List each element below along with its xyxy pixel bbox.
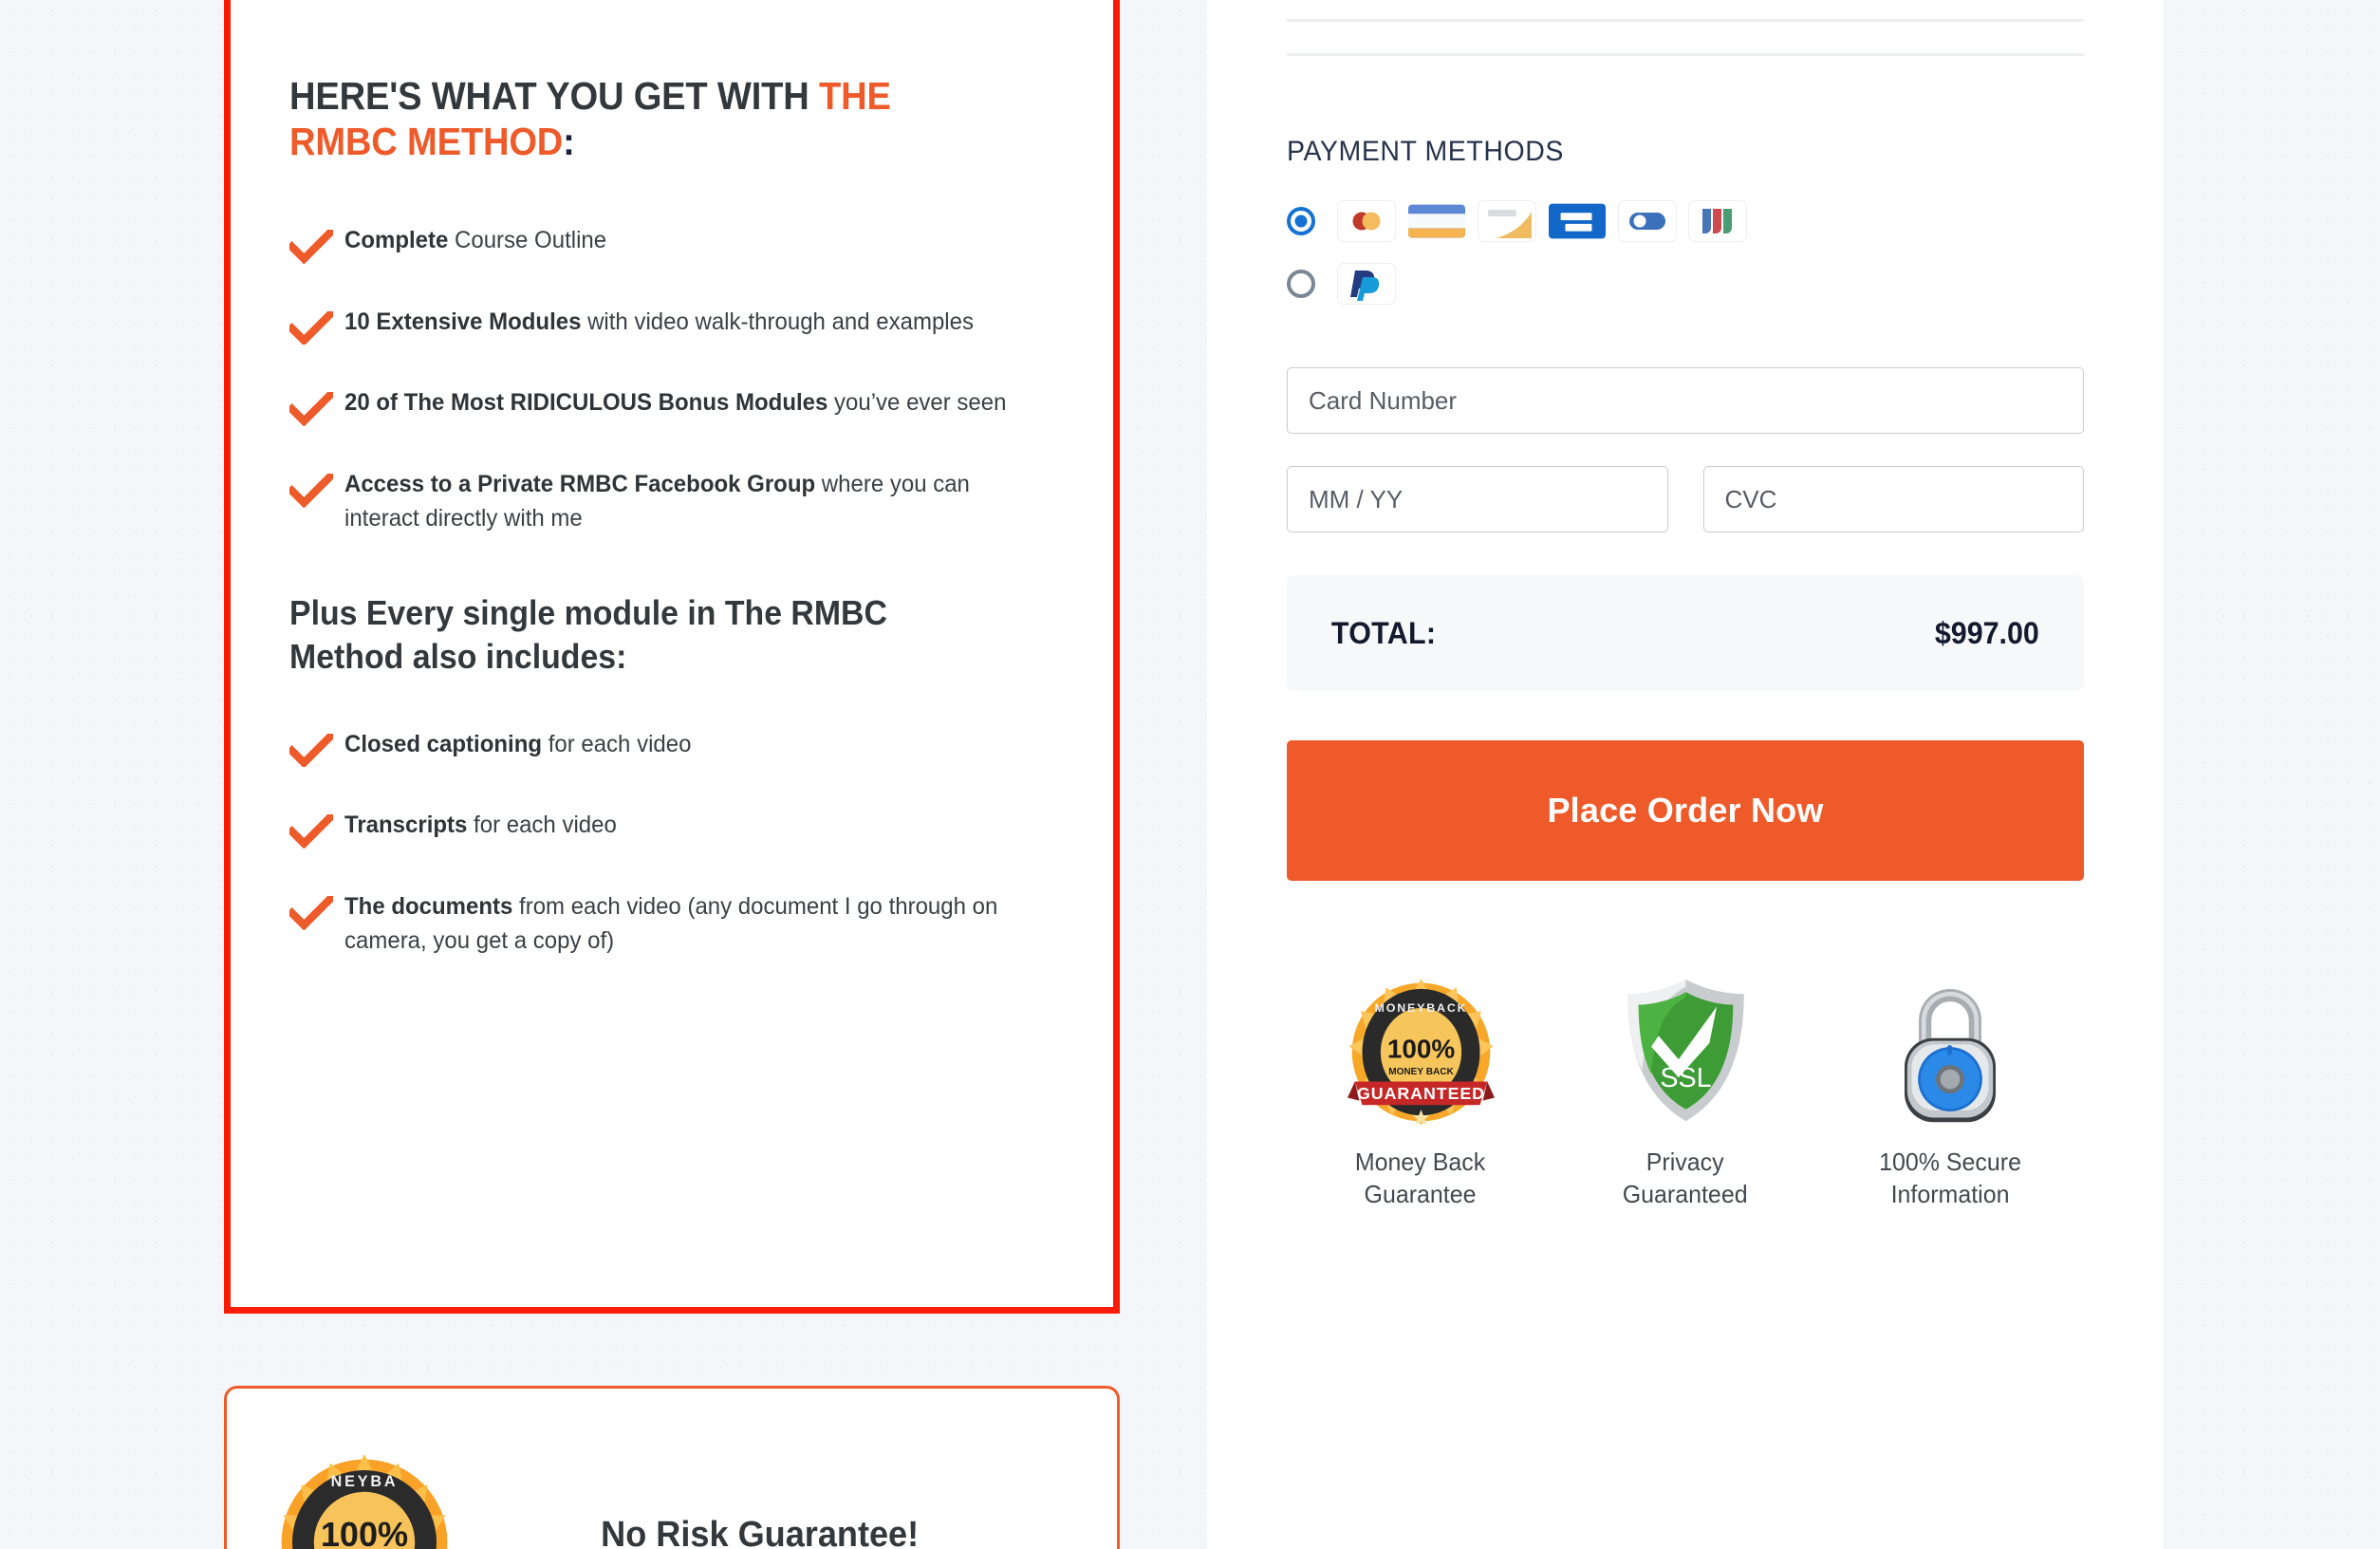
trust-label-line1: 100% Secure [1879,1148,2021,1176]
list-item-bold: 10 Extensive Modules [344,308,582,335]
list-item: The documents from each video (any docum… [289,890,1054,959]
padlock-icon [1891,974,2009,1126]
trust-badge-secure: 100% Secure Information [1822,974,2078,1211]
money-back-seal-icon: MONEYBACK 100% MONEY BACK GUARANTEED [1347,974,1495,1126]
list-item-rest: you’ve ever seen [827,389,1007,417]
left-column: HERE'S WHAT YOU GET WITH THE RMBC METHOD… [224,0,1120,1549]
place-order-button[interactable]: Place Order Now [1287,740,2084,881]
payment-methods-title: PAYMENT METHODS [1287,136,1564,167]
trust-badge-label: 100% Secure Information [1879,1147,2021,1211]
svg-text:MONEYBACK: MONEYBACK [1374,1001,1467,1015]
list-item-text: 20 of The Most RIDICULOUS Bonus Modules … [344,386,1006,420]
list-item-rest: for each video [542,730,692,757]
jcb-icon[interactable] [1688,200,1747,242]
list-item-rest: with video walk-through and examples [581,308,974,335]
section-subheading: Plus Every single module in The RMBC Met… [289,592,887,676]
trust-badge-label: Privacy Guaranteed [1623,1147,1748,1211]
mastercard-icon[interactable] [1337,200,1396,242]
radio-credit-card[interactable] [1287,207,1315,235]
list-item: Transcripts for each video [289,809,1054,849]
list-item-text: 10 Extensive Modules with video walk-thr… [344,306,974,340]
payment-method-credit-card[interactable] [1287,200,2084,242]
benefit-list-secondary: Closed captioning for each video Transcr… [289,728,1054,959]
order-total-row: TOTAL: $997.00 [1287,575,2084,691]
list-item-text: Transcripts for each video [344,809,617,843]
card-number-field-wrap [1287,367,2084,434]
list-item: 10 Extensive Modules with video walk-thr… [289,306,1054,345]
total-label: TOTAL: [1330,615,1437,650]
list-item-bold: Complete [344,226,449,253]
orange-check-icon [289,814,333,849]
radio-paypal[interactable] [1287,270,1315,298]
expiry-input[interactable] [1287,466,1668,532]
svg-text:GUARANTEED: GUARANTEED [1357,1084,1485,1103]
benefits-highlight-panel: HERE'S WHAT YOU GET WITH THE RMBC METHOD… [224,0,1120,1314]
money-back-guarantee-seal: 100% MONEY BACK NEYBA [265,1452,464,1549]
orange-check-icon [289,733,333,768]
list-item-bold: 20 of The Most RIDICULOUS Bonus Modules [344,389,828,417]
trust-badge-privacy: SSL Privacy Guaranteed [1557,974,1813,1211]
divider-top [1287,19,2084,22]
list-item-rest: Course Outline [448,226,607,253]
visa-icon[interactable] [1407,200,1466,242]
trust-label-line1: Privacy [1646,1148,1724,1176]
trust-label-line2: Guaranteed [1623,1179,1748,1208]
list-item-text: The documents from each video (any docum… [344,890,1026,959]
orange-check-icon [289,474,333,508]
list-item-bold: Access to a Private RMBC Facebook Group [344,471,816,498]
trust-badges-row: MONEYBACK 100% MONEY BACK GUARANTEED Mon… [1287,974,2084,1211]
svg-text:100%: 100% [1386,1035,1455,1064]
svg-text:100%: 100% [321,1515,408,1549]
trust-label-line1: Money Back [1355,1148,1486,1176]
page-title: HERE'S WHAT YOU GET WITH THE RMBC METHOD… [289,73,1001,165]
generic-card-icon[interactable] [1478,200,1536,242]
list-item-text: Closed captioning for each video [344,728,691,762]
list-item-text: Complete Course Outline [344,224,606,258]
list-item-bold: The documents [344,893,513,921]
orange-check-icon [289,896,333,930]
payment-method-paypal[interactable] [1287,263,2084,305]
list-item: Closed captioning for each video [289,728,1054,768]
total-value: $997.00 [1935,615,2040,650]
orange-check-icon [289,310,333,345]
money-back-seal-icon: 100% MONEY BACK NEYBA [281,1453,448,1549]
trust-badge-money-back: MONEYBACK 100% MONEY BACK GUARANTEED Mon… [1292,974,1549,1211]
paypal-icon[interactable] [1337,263,1396,305]
no-risk-guarantee-card: 100% MONEY BACK NEYBA No Risk Guarantee! [224,1386,1120,1549]
expiry-field-wrap [1287,466,1668,532]
divider-second [1287,53,2084,56]
trust-label-line2: Guarantee [1365,1179,1477,1208]
orange-check-icon [289,229,333,264]
cvc-input[interactable] [1702,466,2084,532]
cvc-field-wrap [1702,466,2084,532]
list-item-bold: Closed captioning [344,730,543,757]
amex-icon[interactable] [1548,200,1607,242]
list-item: Complete Course Outline [289,224,1054,264]
list-item-bold: Transcripts [344,812,468,839]
list-item-text: Access to a Private RMBC Facebook Group … [344,468,1026,536]
checkout-panel: PAYMENT METHODS Card Number MM / YY CVC … [1207,0,2164,1549]
orange-check-icon [289,392,333,427]
headline-prefix: HERE'S WHAT YOU GET WITH [289,74,820,118]
expiry-cvc-row [1287,466,2084,532]
benefit-list-primary: Complete Course Outline 10 Extensive Mod… [289,224,1054,536]
headline-colon: : [563,120,575,164]
list-item: Access to a Private RMBC Facebook Group … [289,468,1054,536]
svg-text:MONEY BACK: MONEY BACK [1388,1067,1454,1077]
card-number-input[interactable] [1287,367,2084,434]
trust-badge-label: Money Back Guarantee [1355,1147,1485,1211]
guarantee-title: No Risk Guarantee! [601,1514,920,1549]
ssl-shield-icon: SSL [1622,974,1750,1126]
list-item-rest: for each video [467,812,617,839]
list-item: 20 of The Most RIDICULOUS Bonus Modules … [289,386,1054,427]
trust-label-line2: Information [1890,1179,2010,1208]
discover-icon[interactable] [1618,200,1677,242]
svg-text:NEYBA: NEYBA [331,1473,399,1490]
svg-text:SSL: SSL [1660,1063,1711,1093]
